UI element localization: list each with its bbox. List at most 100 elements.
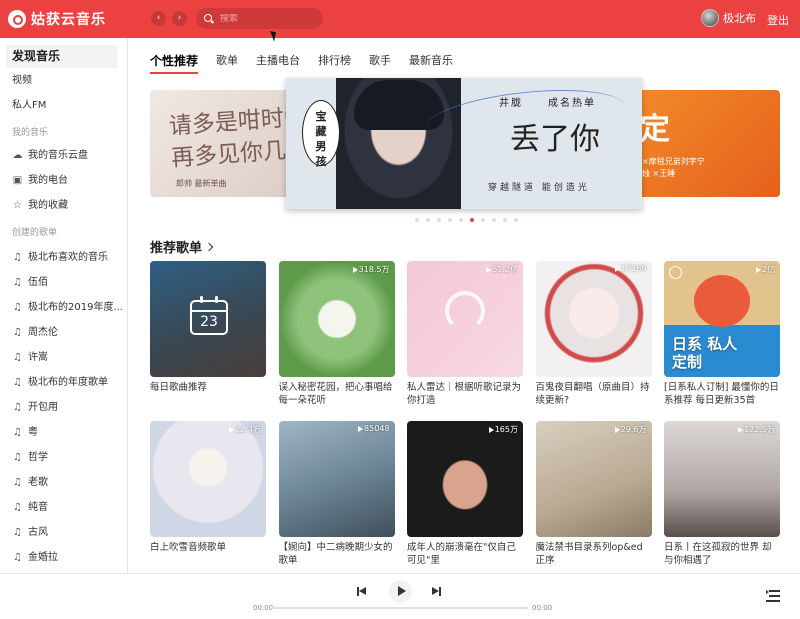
playlist-music-icon: ♫	[13, 527, 22, 538]
playlist-card[interactable]: 165万成年人的崩溃毫在"仅自己可见"里	[407, 421, 523, 573]
sidebar-item-playlist[interactable]: ♫ 纯音	[0, 495, 127, 520]
sidebar-item-playlist[interactable]: ♫ 极北布的年度歌单	[0, 370, 127, 395]
playlist-cover[interactable]: 22.4万	[150, 421, 266, 537]
playlist-title[interactable]: 魔法禁书目录系列op&ed正序	[536, 541, 652, 567]
sidebar-item-playlist[interactable]: ♫ 极北布喜欢的音乐	[0, 245, 127, 270]
sidebar-item-my-music[interactable]: ☁ 我的音乐云盘	[0, 143, 127, 168]
playlist-music-icon: ♫	[13, 277, 22, 288]
playlist-card[interactable]: 122.5万日系丨在这孤寂的世界 却与你相遇了	[664, 421, 780, 573]
search-box[interactable]	[196, 8, 323, 29]
playlist-card[interactable]: 318.5万误入秘密花园，把心事唱给每一朵花听	[278, 261, 395, 421]
carousel-dot[interactable]	[503, 218, 507, 222]
carousel-dot[interactable]	[426, 218, 430, 222]
playlist-card[interactable]: 51.2亿私人雷达｜根据听歌记录为你打造	[407, 261, 523, 421]
sidebar-item-playlist[interactable]: ♫ 许嵩	[0, 345, 127, 370]
sidebar-item-playlist[interactable]: ♫ 极北布的2019年度...	[0, 295, 127, 320]
tab-0[interactable]: 个性推荐	[150, 52, 199, 74]
banner-left-footer: 郎帅 最新单曲	[176, 179, 227, 188]
banner-main[interactable]: 宝 藏 男 孩 井胧 成名热单 丢了你 穿越隧道 能创造光	[286, 78, 642, 209]
playlist-card[interactable]: 22.4万白上吹雪音频歌单	[150, 421, 266, 573]
play-button[interactable]	[389, 580, 412, 603]
progress-bar[interactable]	[271, 607, 528, 609]
sidebar-item-my-music[interactable]: ▣ 我的电台	[0, 168, 127, 193]
carousel-dot[interactable]	[470, 218, 474, 222]
back-button[interactable]: ‹	[151, 11, 166, 26]
user-profile[interactable]: 极北布	[701, 9, 756, 27]
banner-tag-bubble: 宝 藏 男 孩	[302, 100, 340, 168]
play-count: 51.2亿	[486, 264, 518, 275]
avatar[interactable]	[701, 9, 719, 27]
sidebar-item-fm[interactable]: 私人FM	[0, 93, 127, 118]
forward-button[interactable]: ›	[172, 11, 187, 26]
tab-4[interactable]: 歌手	[369, 52, 391, 74]
tab-3[interactable]: 排行榜	[318, 52, 351, 74]
playlist-card[interactable]: 23 每日歌曲推荐	[150, 261, 266, 421]
carousel-dot[interactable]	[514, 218, 518, 222]
play-count-icon	[358, 425, 364, 432]
playlist-title[interactable]: 百鬼夜目翻唱（原曲目）持续更新?	[536, 381, 652, 407]
app-logo[interactable]: 姑获云音乐	[8, 9, 106, 29]
playlist-cover[interactable]: 51.2亿	[407, 261, 523, 377]
playlist-cover[interactable]: 318.5万	[278, 261, 395, 377]
playlist-music-icon: ♫	[13, 427, 22, 438]
playlist-cover[interactable]: 165万	[407, 421, 523, 537]
sidebar-item-playlist[interactable]: ♫ 周杰伦	[0, 320, 127, 345]
sidebar-item-playlist[interactable]: ♫ 哲学	[0, 445, 127, 470]
playlist-title[interactable]: 白上吹雪音频歌单	[150, 541, 266, 554]
carousel-dot[interactable]	[437, 218, 441, 222]
carousel-dot[interactable]	[481, 218, 485, 222]
tab-1[interactable]: 歌单	[216, 52, 238, 74]
play-count: 165万	[488, 424, 518, 435]
carousel-dot[interactable]	[492, 218, 496, 222]
sidebar-item-label: 周杰伦	[28, 327, 58, 338]
sidebar-item-playlist[interactable]: ♫ 粤	[0, 420, 127, 445]
playlist-card[interactable]: 85048 【婉向】中二病晚期少女的歌单	[278, 421, 395, 573]
playlist-card[interactable]: 17269 百鬼夜目翻唱（原曲目）持续更新?	[535, 261, 652, 421]
play-count-value: 318.5万	[358, 265, 390, 274]
sidebar-item-discover[interactable]: 发现音乐	[6, 45, 117, 68]
sidebar-item-playlist[interactable]: ♫ 开包用	[0, 395, 127, 420]
playlist-cover[interactable]: 23	[150, 261, 266, 377]
play-count: 122.5万	[738, 424, 775, 435]
playlist-title[interactable]: 误入秘密花园，把心事唱给每一朵花听	[279, 381, 395, 407]
carousel-dot[interactable]	[448, 218, 452, 222]
play-count-value: 165万	[494, 425, 518, 434]
sidebar-item-playlist[interactable]: ♫ 老歌	[0, 470, 127, 495]
next-track-icon[interactable]	[432, 586, 444, 598]
playlist-card[interactable]: 日系 私人定制 2亿 [日系私人订制] 最懂你的日系推荐 每日更新35首	[664, 261, 780, 421]
playlist-title[interactable]: 私人雷达｜根据听歌记录为你打造	[407, 381, 523, 407]
sidebar-item-playlist[interactable]: ♫ 伍佰	[0, 270, 127, 295]
playlist-title[interactable]: 成年人的崩溃毫在"仅自己可见"里	[407, 541, 523, 567]
playlist-title[interactable]: 每日歌曲推荐	[150, 381, 266, 394]
carousel-dot[interactable]	[459, 218, 463, 222]
play-count-value: 85048	[364, 424, 390, 433]
playlist-cover[interactable]: 日系 私人定制 2亿	[664, 261, 780, 377]
tab-5[interactable]: 最新音乐	[409, 52, 453, 74]
playlist-cover[interactable]: 85048	[278, 421, 395, 537]
banner-tag-char: 男	[315, 140, 327, 153]
sidebar-item-playlist[interactable]: ♫ 金婚拉	[0, 545, 127, 570]
logout-button[interactable]: 登出	[767, 12, 789, 28]
sidebar-item-playlist[interactable]: ♫ 古风	[0, 520, 127, 545]
playlist-card[interactable]: 29.6万魔法禁书目录系列op&ed正序	[535, 421, 652, 573]
playlist-music-icon: ♫	[13, 552, 22, 563]
play-count: 85048	[358, 424, 390, 433]
tab-2[interactable]: 主播电台	[256, 52, 300, 74]
sidebar-item-my-music[interactable]: ☆ 我的收藏	[0, 193, 127, 218]
previous-track-icon[interactable]	[356, 586, 368, 598]
playlist-cover[interactable]: 17269	[535, 261, 652, 377]
sidebar-item-label: 极北布的年度歌单	[28, 377, 108, 388]
playlist-title[interactable]: 【婉向】中二病晚期少女的歌单	[279, 541, 395, 567]
section-recommended-playlists[interactable]: 推荐歌单	[150, 237, 214, 256]
playlist-title[interactable]: 日系丨在这孤寂的世界 却与你相遇了	[664, 541, 780, 567]
carousel-dot[interactable]	[415, 218, 419, 222]
user-name[interactable]: 极北布	[723, 10, 756, 26]
play-count-icon	[486, 266, 492, 273]
playlist-cover[interactable]: 122.5万	[664, 421, 780, 537]
sidebar-item-video[interactable]: 视频	[0, 68, 127, 93]
playlist-icon[interactable]	[766, 590, 780, 602]
search-input[interactable]	[220, 13, 320, 24]
playlist-title[interactable]: [日系私人订制] 最懂你的日系推荐 每日更新35首	[664, 381, 780, 407]
duration: 00:00	[532, 604, 553, 612]
playlist-cover[interactable]: 29.6万	[535, 421, 652, 537]
